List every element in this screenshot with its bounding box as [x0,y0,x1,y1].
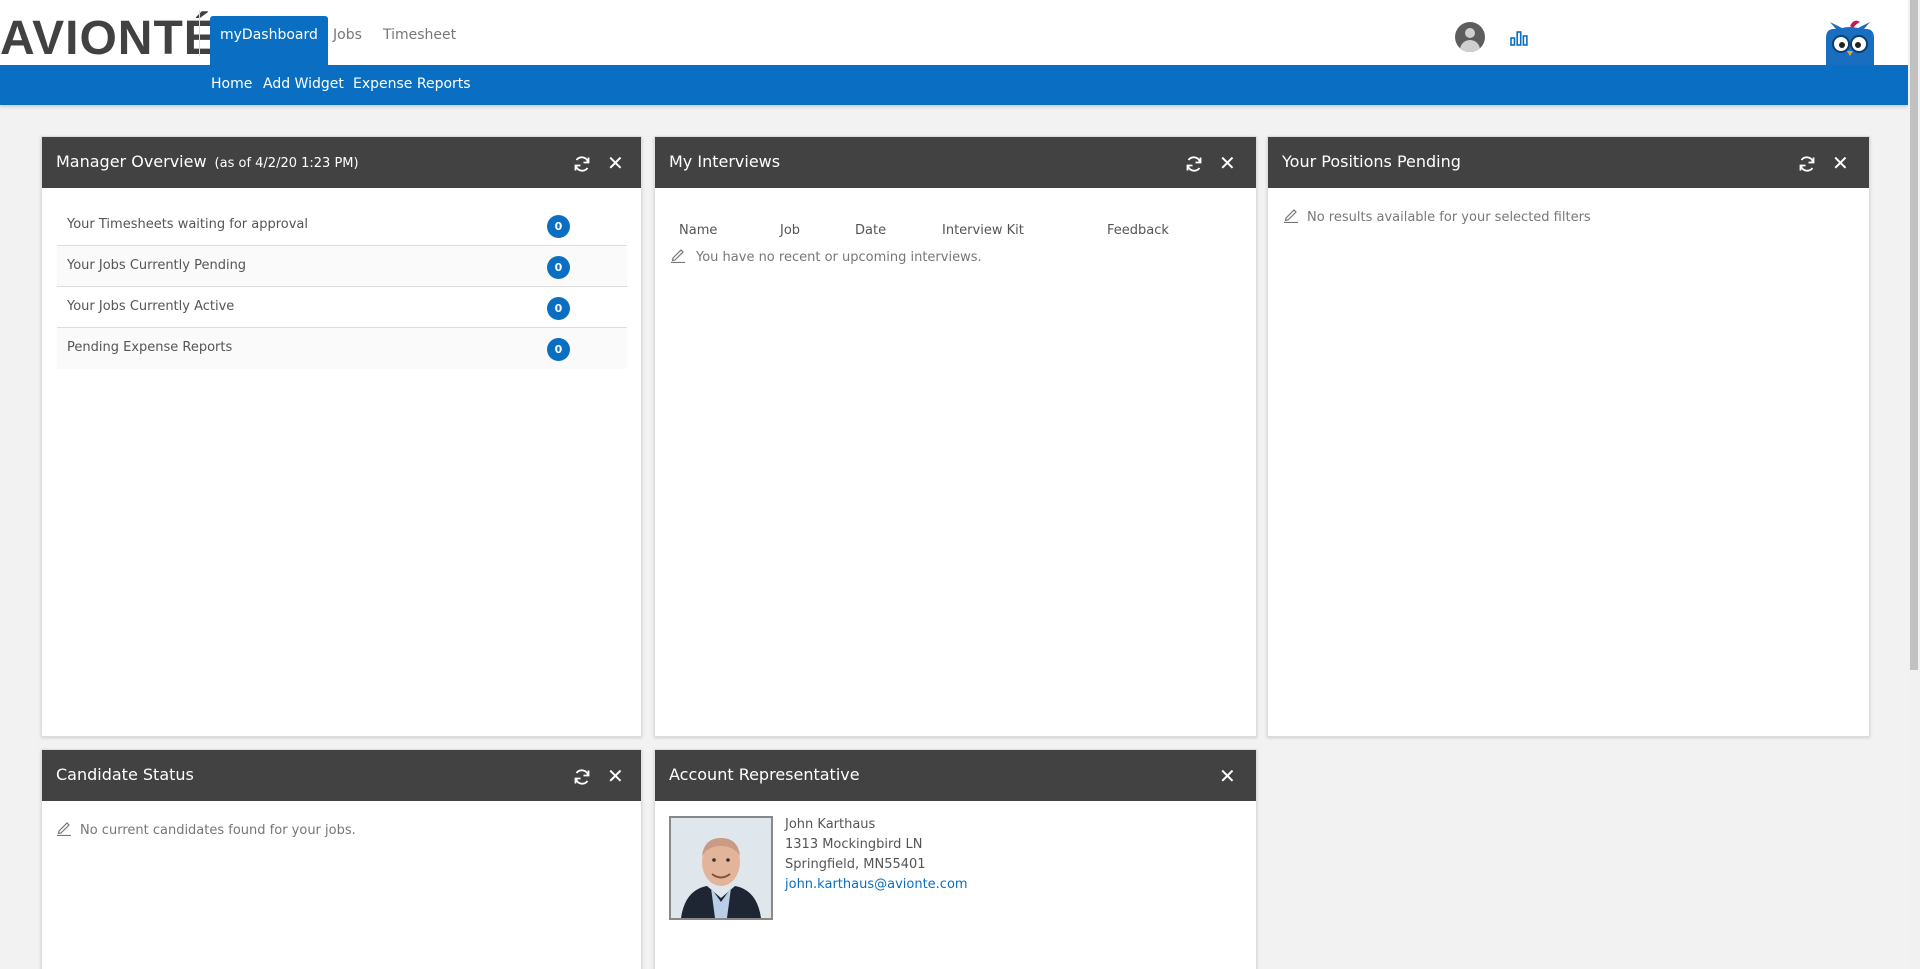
manager-overview-list: Your Timesheets waiting for approval 0 Y… [57,205,627,369]
sub-navigation-bar: Home Add Widget Expense Reports [0,65,1908,105]
pencil-icon [671,249,685,263]
bar-chart-icon[interactable] [1510,30,1528,46]
list-item[interactable]: Pending Expense Reports 0 [57,328,627,369]
count-badge: 0 [547,256,570,279]
owl-mascot-icon[interactable] [1820,20,1880,65]
refresh-icon[interactable] [1798,155,1816,173]
subnav-expense-reports[interactable]: Expense Reports [353,65,471,103]
close-icon[interactable]: ✕ [1219,153,1236,173]
close-icon[interactable]: ✕ [607,153,624,173]
close-icon[interactable]: ✕ [1832,153,1849,173]
widget-title: Your Positions Pending [1282,152,1461,171]
representative-email-link[interactable]: john.karthaus@avionte.com [785,877,968,892]
widget-header: Your Positions Pending ✕ [1268,137,1869,188]
column-header-feedback[interactable]: Feedback [1107,223,1169,238]
empty-message: No current candidates found for your job… [80,823,356,838]
refresh-icon[interactable] [1185,155,1203,173]
column-header-job[interactable]: Job [780,223,800,238]
positions-pending-widget: Your Positions Pending ✕ No results avai… [1267,136,1870,737]
candidate-status-widget: Candidate Status ✕ No current candidates… [41,749,642,969]
column-header-interview-kit[interactable]: Interview Kit [942,223,1024,238]
column-header-name[interactable]: Name [679,223,717,238]
widget-title: Account Representative [669,765,860,784]
list-item-label[interactable]: Pending Expense Reports [67,340,232,355]
representative-address-line2: Springfield, MN55401 [785,857,926,872]
widget-header: My Interviews ✕ [655,137,1256,188]
representative-address-line1: 1313 Mockingbird LN [785,837,923,852]
account-representative-widget: Account Representative ✕ John Karthaus 1… [654,749,1257,969]
count-badge: 0 [547,297,570,320]
empty-message: No results available for your selected f… [1307,210,1591,225]
column-header-date[interactable]: Date [855,223,886,238]
widget-title: Candidate Status [56,765,194,784]
widget-header: Manager Overview (as of 4/2/20 1:23 PM) ✕ [42,137,641,188]
list-item-label[interactable]: Your Timesheets waiting for approval [67,217,308,232]
list-item[interactable]: Your Jobs Currently Active 0 [57,287,627,328]
refresh-icon[interactable] [573,155,591,173]
list-item-label[interactable]: Your Jobs Currently Active [67,299,234,314]
representative-photo [669,816,773,920]
widget-header: Candidate Status ✕ [42,750,641,801]
subnav-add-widget[interactable]: Add Widget [263,65,344,103]
widget-title-text: Manager Overview [56,152,207,171]
widget-title: Manager Overview (as of 4/2/20 1:23 PM) [56,152,359,171]
pencil-icon [1284,209,1298,223]
count-badge: 0 [547,338,570,361]
list-item-label[interactable]: Your Jobs Currently Pending [67,258,246,273]
top-navigation-bar: AVIONTÉ myDashboard Jobs Timesheet [0,0,1908,65]
tab-mydashboard[interactable]: myDashboard [210,16,328,65]
list-item[interactable]: Your Timesheets waiting for approval 0 [57,205,627,246]
empty-message: You have no recent or upcoming interview… [696,250,982,265]
manager-overview-widget: Manager Overview (as of 4/2/20 1:23 PM) ✕… [41,136,642,737]
avionte-logo[interactable]: AVIONTÉ [0,14,217,64]
logo-divider [199,10,200,56]
representative-name: John Karthaus [785,817,876,832]
list-item[interactable]: Your Jobs Currently Pending 0 [57,246,627,287]
tab-jobs[interactable]: Jobs [323,16,372,65]
user-avatar-icon[interactable] [1455,22,1485,52]
my-interviews-widget: My Interviews ✕ Name Job Date Interview … [654,136,1257,737]
refresh-icon[interactable] [573,768,591,786]
scrollbar-thumb[interactable] [1910,0,1918,670]
widget-subtitle: (as of 4/2/20 1:23 PM) [214,156,359,171]
widget-header: Account Representative ✕ [655,750,1256,801]
tab-timesheet[interactable]: Timesheet [373,16,466,65]
count-badge: 0 [547,215,570,238]
subnav-home[interactable]: Home [211,65,252,103]
page-scrollbar[interactable] [1908,0,1920,969]
widget-title: My Interviews [669,152,781,171]
close-icon[interactable]: ✕ [607,766,624,786]
pencil-icon [57,822,71,836]
close-icon[interactable]: ✕ [1219,766,1236,786]
